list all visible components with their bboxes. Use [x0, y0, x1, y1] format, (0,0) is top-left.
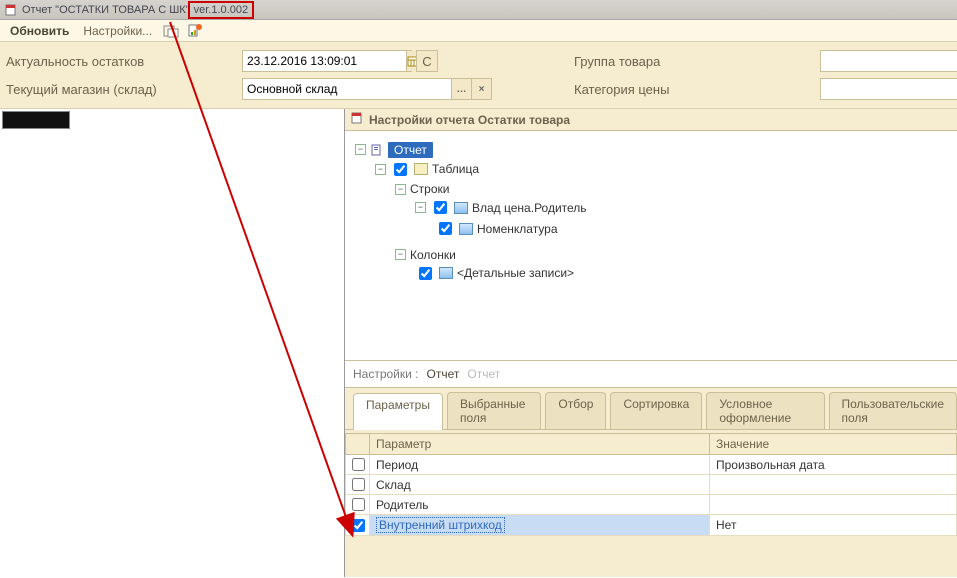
tab-пользовательские-поля[interactable]: Пользовательские поля [829, 392, 957, 429]
tree-node-table[interactable]: Таблица [432, 162, 479, 176]
result-cell [2, 111, 70, 129]
tree-toggle[interactable]: − [355, 144, 366, 155]
layout-icon[interactable] [162, 22, 180, 40]
tree-node-columns[interactable]: Колонки [410, 248, 456, 262]
store-clear-button[interactable]: × [471, 79, 491, 99]
app-icon [4, 3, 18, 17]
table-icon [414, 163, 428, 175]
tree-node-owner-price-parent[interactable]: Влад цена.Родитель [472, 201, 587, 215]
settings-panel-icon [351, 112, 363, 127]
tree-node-nomenclature[interactable]: Номенклатура [477, 222, 558, 236]
param-name[interactable]: Внутренний штрихкод [370, 515, 710, 536]
group-input[interactable] [821, 54, 957, 68]
window-title-text: Отчет "ОСТАТКИ ТОВАРА С ШК" [22, 4, 190, 16]
param-checkbox[interactable] [352, 498, 365, 511]
breadcrumb-report-link[interactable]: Отчет [427, 367, 460, 381]
field-icon [459, 223, 473, 235]
param-row[interactable]: Внутренний штрихкодНет [346, 515, 957, 536]
settings-tree[interactable]: − Отчет − Таблица [351, 139, 951, 291]
window-titlebar: Отчет "ОСТАТКИ ТОВАРА С ШК" ver.1.0.002 [0, 0, 957, 20]
param-value[interactable] [710, 495, 957, 515]
param-row[interactable]: ПериодПроизвольная дата [346, 455, 957, 475]
store-label: Текущий магазин (склад) [6, 82, 236, 97]
toolbar: Обновить Настройки... [0, 20, 957, 42]
tab-сортировка[interactable]: Сортировка [610, 392, 702, 429]
store-field[interactable]: … × [242, 78, 492, 100]
tab-выбранные-поля[interactable]: Выбранные поля [447, 392, 541, 429]
refresh-button[interactable]: Обновить [6, 24, 73, 38]
params-table-wrap: Параметр Значение ПериодПроизвольная дат… [345, 429, 957, 577]
stock-date-field[interactable] [242, 50, 412, 72]
price-cat-label: Категория цены [574, 82, 814, 97]
stock-date-input[interactable] [243, 54, 406, 68]
detail-records-checkbox[interactable] [419, 267, 432, 280]
price-cat-field[interactable]: … × [820, 78, 957, 100]
nomenclature-checkbox[interactable] [439, 222, 452, 235]
tabs: ПараметрыВыбранные поляОтборСортировкаУс… [345, 387, 957, 429]
tree-node-report[interactable]: Отчет [388, 142, 433, 158]
tree-node-rows[interactable]: Строки [410, 182, 449, 196]
param-name[interactable]: Период [370, 455, 710, 475]
c-button[interactable]: С [416, 50, 438, 72]
filter-panel: Актуальность остатков С Группа товара … … [0, 42, 957, 109]
price-cat-input[interactable] [821, 82, 957, 96]
stock-date-label: Актуальность остатков [6, 54, 236, 69]
tree-node-detail-records[interactable]: <Детальные записи> [457, 266, 574, 280]
group-label: Группа товара [574, 54, 814, 69]
settings-panel-title: Настройки отчета Остатки товара [345, 109, 957, 131]
param-value[interactable]: Произвольная дата [710, 455, 957, 475]
right-pane: Настройки отчета Остатки товара − Отчет [345, 109, 957, 577]
param-name[interactable]: Родитель [370, 495, 710, 515]
param-checkbox[interactable] [352, 478, 365, 491]
param-row[interactable]: Склад [346, 475, 957, 495]
tree-toggle[interactable]: − [395, 184, 406, 195]
tab-условное-оформление[interactable]: Условное оформление [706, 392, 824, 429]
report-node-icon [370, 144, 384, 156]
settings-breadcrumb: Настройки : Отчет Отчет [345, 361, 957, 387]
col-value[interactable]: Значение [710, 434, 957, 455]
field-icon [454, 202, 468, 214]
tab-отбор[interactable]: Отбор [545, 392, 606, 429]
store-picker-button[interactable]: … [451, 79, 471, 99]
tree-area: − Отчет − Таблица [345, 131, 957, 361]
param-value[interactable]: Нет [710, 515, 957, 536]
settings-button[interactable]: Настройки... [79, 24, 156, 38]
main-area: Настройки отчета Остатки товара − Отчет [0, 109, 957, 577]
tree-toggle[interactable]: − [415, 202, 426, 213]
tree-toggle[interactable]: − [395, 249, 406, 260]
group-field[interactable]: … × [820, 50, 957, 72]
col-parameter[interactable]: Параметр [370, 434, 710, 455]
param-row[interactable]: Родитель [346, 495, 957, 515]
tab-параметры[interactable]: Параметры [353, 393, 443, 430]
param-value[interactable] [710, 475, 957, 495]
param-checkbox[interactable] [352, 458, 365, 471]
params-table: Параметр Значение ПериодПроизвольная дат… [345, 433, 957, 536]
store-input[interactable] [243, 82, 451, 96]
left-pane [0, 109, 345, 577]
param-name[interactable]: Склад [370, 475, 710, 495]
tree-toggle[interactable]: − [375, 164, 386, 175]
breadcrumb-report: Отчет [467, 367, 500, 381]
param-checkbox[interactable] [352, 519, 365, 532]
version-badge: ver.1.0.002 [188, 1, 254, 19]
owner-price-checkbox[interactable] [434, 201, 447, 214]
field-icon [439, 267, 453, 279]
report-icon[interactable] [186, 22, 204, 40]
table-checkbox[interactable] [394, 163, 407, 176]
bottom-area: Настройки : Отчет Отчет ПараметрыВыбранн… [345, 361, 957, 577]
